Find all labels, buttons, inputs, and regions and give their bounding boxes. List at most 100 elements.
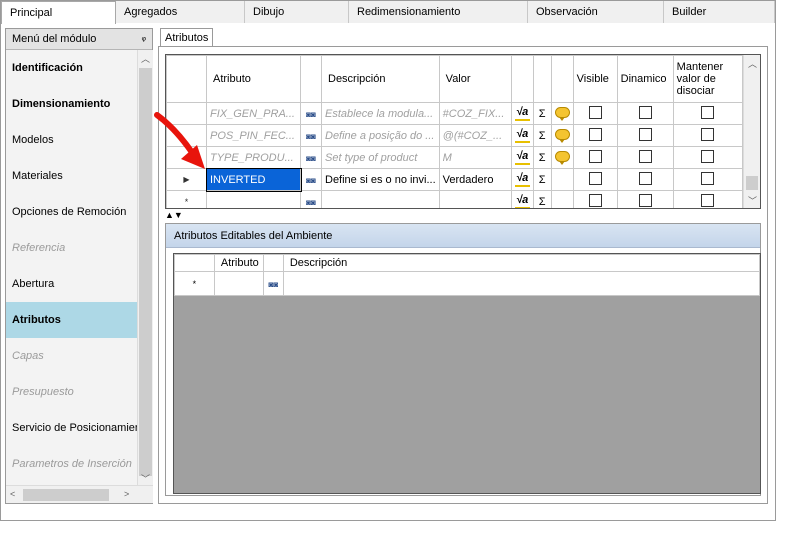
header-value[interactable]: Valor	[438, 55, 512, 103]
scroll-down-icon[interactable]: ﹀	[141, 472, 150, 485]
scroll-up-icon[interactable]: ︿	[141, 52, 150, 65]
tab-builder[interactable]: Builder	[664, 1, 775, 23]
search-cell[interactable]: ◙◙	[300, 168, 322, 191]
dynamic-cell[interactable]	[616, 168, 674, 191]
comment-cell[interactable]	[550, 146, 574, 169]
dynamic-cell[interactable]	[616, 146, 674, 169]
keep-value-cell[interactable]	[672, 124, 743, 147]
keep-value-cell[interactable]	[672, 190, 743, 208]
formula-cell[interactable]: √a	[510, 168, 534, 191]
search-cell[interactable]: ◙◙	[300, 124, 322, 147]
visible-checkbox[interactable]	[588, 127, 602, 141]
description-cell[interactable]: Define si es o no invi...	[321, 168, 440, 191]
attribute-cell[interactable]: TYPE_PRODU...	[206, 146, 301, 169]
comment-bubble-icon[interactable]	[554, 150, 570, 165]
visible-checkbox[interactable]	[588, 105, 602, 119]
sidebar-item-servicio-de-posicionamiento[interactable]: Servicio de Posicionamiento	[6, 410, 137, 446]
value-cell[interactable]	[438, 190, 512, 208]
sigma-icon[interactable]: Σ	[539, 152, 546, 164]
header-dynamic[interactable]: Dinamico	[616, 55, 674, 103]
table-row[interactable]: TYPE_PRODU... ◙◙ Set type of product M √a Σ	[166, 146, 743, 169]
formula-icon[interactable]: √a	[514, 172, 530, 187]
keep-value-checkbox[interactable]	[701, 105, 715, 119]
tab-atributos[interactable]: Atributos	[160, 28, 214, 47]
search-cell[interactable]: ◙◙	[300, 102, 322, 125]
sigma-icon[interactable]: Σ	[539, 108, 546, 120]
formula-cell[interactable]: √a	[510, 146, 534, 169]
sort-arrows-icon[interactable]: ▲▼	[165, 210, 183, 220]
sidebar-item-modelos[interactable]: Modelos	[6, 122, 137, 158]
tab-dibujo[interactable]: Dibujo	[245, 1, 349, 23]
comment-cell[interactable]	[550, 168, 574, 191]
keep-value-cell[interactable]	[672, 102, 743, 125]
value-cell[interactable]: Verdadero	[438, 168, 512, 191]
visible-cell[interactable]	[572, 168, 618, 191]
binoculars-icon[interactable]: ◙◙	[269, 280, 279, 289]
keep-value-checkbox[interactable]	[701, 193, 715, 207]
env-header-attribute[interactable]: Atributo	[213, 254, 264, 272]
formula-cell[interactable]: √a	[510, 102, 534, 125]
visible-checkbox[interactable]	[588, 149, 602, 163]
sidebar-item-materiales[interactable]: Materiales	[6, 158, 137, 194]
comment-cell[interactable]	[550, 190, 574, 208]
value-cell[interactable]: M	[438, 146, 512, 169]
comment-bubble-icon[interactable]	[554, 128, 570, 143]
sidebar-item-atributos[interactable]: Atributos	[6, 302, 137, 338]
formula-icon[interactable]: √a	[514, 106, 530, 121]
sidebar-item-abertura[interactable]: Abertura	[6, 266, 137, 302]
keep-value-checkbox[interactable]	[701, 149, 715, 163]
env-header-description[interactable]: Descripción	[282, 254, 760, 272]
sum-cell[interactable]: Σ	[532, 102, 552, 125]
search-cell[interactable]: ◙◙	[300, 190, 322, 208]
binoculars-icon[interactable]: ◙◙	[306, 132, 316, 141]
binoculars-icon[interactable]: ◙◙	[306, 176, 316, 185]
formula-cell[interactable]: √a	[510, 124, 534, 147]
attribute-cell[interactable]: FIX_GEN_PRA...	[206, 102, 301, 125]
description-cell[interactable]: Define a posição do ...	[321, 124, 440, 147]
visible-cell[interactable]	[572, 190, 618, 208]
table-row[interactable]: ▶ INVERTED ◙◙ Define si es o no invi... Verd…	[166, 167, 743, 192]
binoculars-icon[interactable]: ◙◙	[306, 110, 316, 119]
sum-cell[interactable]: Σ	[532, 168, 552, 191]
header-visible[interactable]: Visible	[572, 55, 618, 103]
description-cell[interactable]: Set type of product	[321, 146, 440, 169]
sigma-icon[interactable]: Σ	[539, 174, 546, 186]
formula-cell[interactable]: √a	[510, 190, 534, 208]
table-row[interactable]: POS_PIN_FEC... ◙◙ Define a posição do ... @…	[166, 124, 743, 147]
description-cell[interactable]	[321, 190, 440, 208]
sigma-icon[interactable]: Σ	[539, 196, 546, 208]
sigma-icon[interactable]: Σ	[539, 130, 546, 142]
scroll-down-icon[interactable]: ﹀	[748, 194, 757, 207]
table-row[interactable]: * ◙◙ √a Σ	[166, 190, 743, 208]
formula-icon[interactable]: √a	[514, 194, 530, 208]
tab-observacion[interactable]: Observación	[528, 1, 664, 23]
dynamic-cell[interactable]	[616, 102, 674, 125]
sum-cell[interactable]: Σ	[532, 190, 552, 208]
dynamic-checkbox[interactable]	[638, 149, 652, 163]
formula-icon[interactable]: √a	[514, 128, 530, 143]
menu-horizontal-scrollbar[interactable]: < >	[6, 485, 153, 503]
sidebar-item-dimensionamiento[interactable]: Dimensionamiento	[6, 86, 137, 122]
attribute-cell[interactable]	[206, 190, 301, 208]
binoculars-icon[interactable]: ◙◙	[306, 198, 316, 207]
visible-checkbox[interactable]	[588, 193, 602, 207]
tab-principal[interactable]: Principal	[1, 1, 116, 24]
visible-checkbox[interactable]	[588, 171, 602, 185]
dynamic-cell[interactable]	[616, 124, 674, 147]
env-new-attribute-cell[interactable]	[213, 271, 264, 296]
env-search-cell[interactable]: ◙◙	[262, 271, 284, 296]
keep-value-cell[interactable]	[672, 168, 743, 191]
comment-bubble-icon[interactable]	[554, 106, 570, 121]
search-cell[interactable]: ◙◙	[300, 146, 322, 169]
dynamic-checkbox[interactable]	[638, 193, 652, 207]
visible-cell[interactable]	[572, 146, 618, 169]
sum-cell[interactable]: Σ	[532, 146, 552, 169]
dynamic-checkbox[interactable]	[638, 105, 652, 119]
scroll-up-icon[interactable]: ︿	[748, 57, 757, 70]
sidebar-item-opciones-de-remoci-n[interactable]: Opciones de Remoción	[6, 194, 137, 230]
env-new-description-cell[interactable]	[282, 271, 760, 296]
attributes-scroll-thumb[interactable]	[746, 176, 758, 190]
header-description[interactable]: Descripción	[321, 55, 440, 103]
keep-value-cell[interactable]	[672, 146, 743, 169]
env-new-row[interactable]: * ◙◙	[174, 271, 760, 296]
